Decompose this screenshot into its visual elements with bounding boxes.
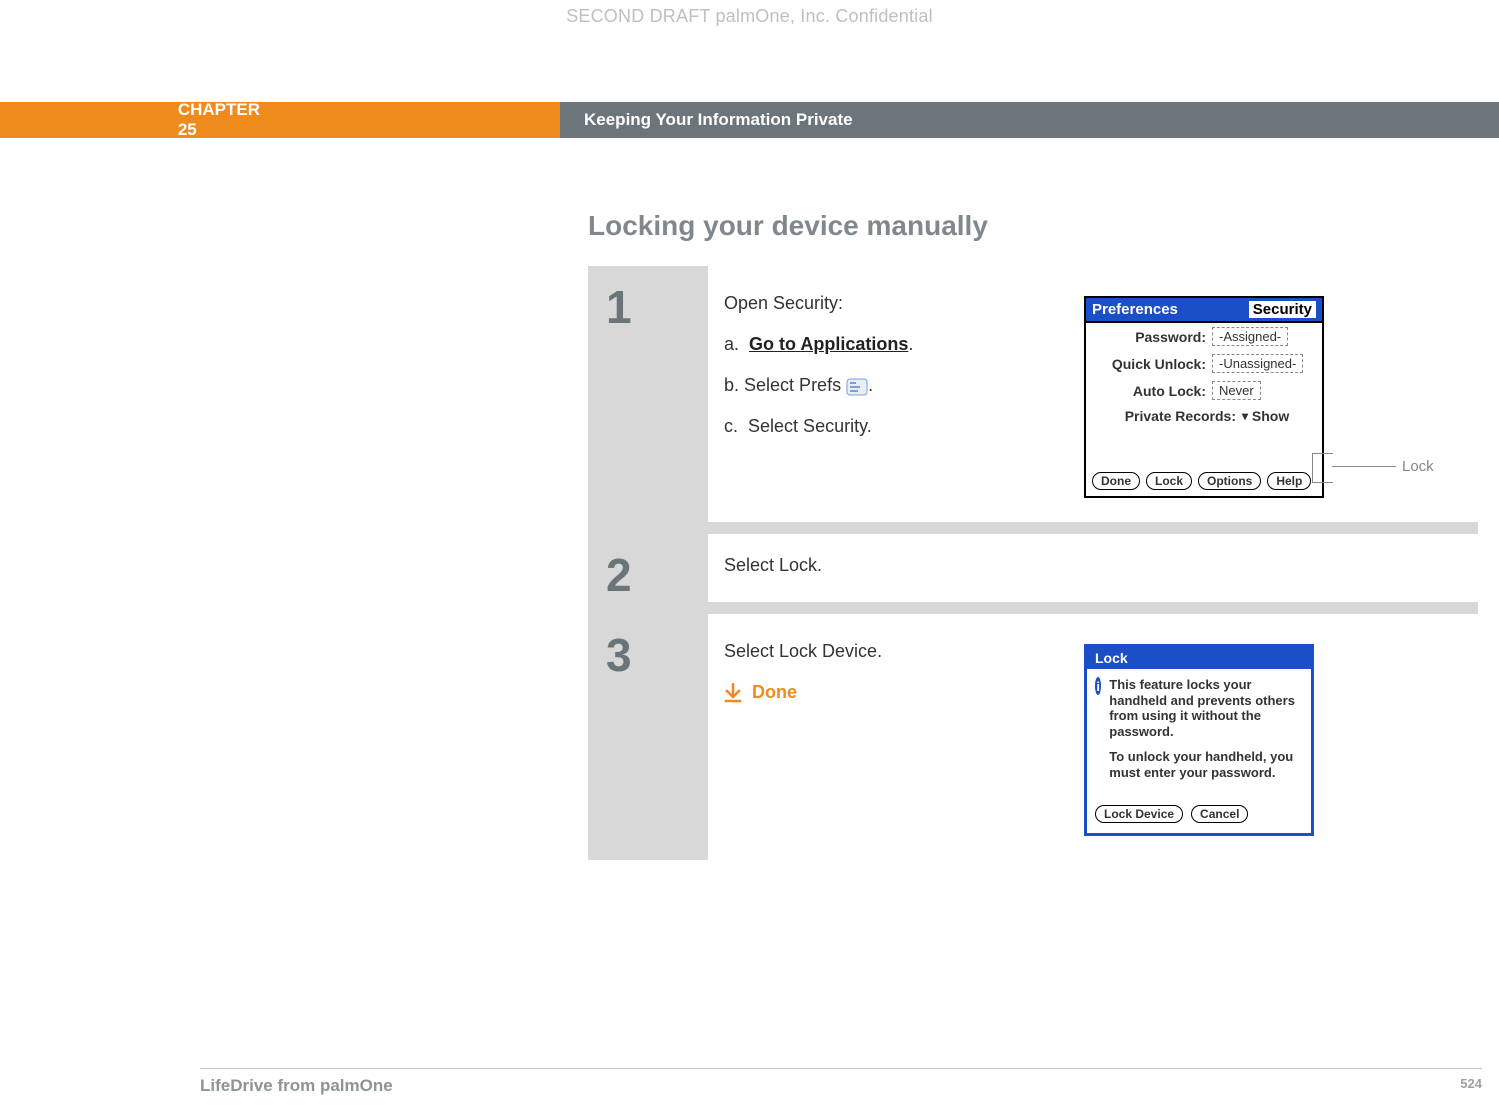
palm-lock-title: Lock xyxy=(1087,647,1311,669)
step-1-b-after: . xyxy=(868,375,873,395)
chapter-label: CHAPTER 25 xyxy=(0,100,260,140)
chapter-label-container: CHAPTER 25 xyxy=(0,102,560,138)
palm-private-value: Show xyxy=(1252,408,1289,424)
palm-row-autolock: Auto Lock: Never xyxy=(1086,377,1322,404)
go-to-applications-link[interactable]: Go to Applications xyxy=(749,334,908,354)
step-2-body: Select Lock. xyxy=(708,534,1478,602)
palm-row-quickunlock: Quick Unlock: -Unassigned- xyxy=(1086,350,1322,377)
lock-callout: Lock xyxy=(1332,458,1434,475)
callout-label: Lock xyxy=(1402,458,1434,475)
section-title: Locking your device manually xyxy=(588,210,1478,242)
palm-row-password: Password: -Assigned- xyxy=(1086,323,1322,350)
palm-done-button: Done xyxy=(1092,472,1140,490)
step-1-b-prefix: b. xyxy=(724,375,739,395)
palm-password-label: Password: xyxy=(1092,329,1212,345)
palm-prefs-title: Preferences xyxy=(1092,301,1178,318)
prefs-icon xyxy=(846,377,868,395)
step-3-instructions: Select Lock Device. Done xyxy=(724,638,1084,836)
footer-page-number: 524 xyxy=(1460,1076,1482,1096)
palm-lock-body: i This feature locks your handheld and p… xyxy=(1087,669,1311,799)
palm-help-button: Help xyxy=(1267,472,1311,490)
step-1-c-text: Select Security. xyxy=(748,416,872,436)
palm-lock-p2: To unlock your handheld, you must enter … xyxy=(1109,749,1303,780)
chapter-title-container: Keeping Your Information Private xyxy=(560,102,1499,138)
step-1-body: Open Security: a. Go to Applications. b.… xyxy=(708,266,1478,522)
step-2: 2 Select Lock. xyxy=(588,534,1478,614)
palm-lock-text: This feature locks your handheld and pre… xyxy=(1109,677,1303,791)
done-indicator: Done xyxy=(724,679,1084,706)
palm-auto-value: Never xyxy=(1212,381,1261,400)
step-3-body: Select Lock Device. Done Lock i xyxy=(708,614,1478,860)
step-1-a: a. Go to Applications. xyxy=(724,331,1084,358)
step-2-number: 2 xyxy=(588,534,708,602)
done-arrow-icon xyxy=(724,683,742,703)
palm-options-button: Options xyxy=(1198,472,1261,490)
step-3-screenshot: Lock i This feature locks your handheld … xyxy=(1084,638,1462,836)
palm-row-private: Private Records: ▾ Show xyxy=(1086,404,1322,428)
chapter-header-band: CHAPTER 25 Keeping Your Information Priv… xyxy=(0,102,1499,138)
palm-password-value: -Assigned- xyxy=(1212,327,1288,346)
palm-prefs-subtitle: Security xyxy=(1249,301,1316,318)
step-1-a-suffix: . xyxy=(908,334,913,354)
step-1-number: 1 xyxy=(588,266,708,522)
cancel-button: Cancel xyxy=(1191,805,1248,823)
step-1-c-prefix: c. xyxy=(724,416,738,436)
step-1-a-prefix: a. xyxy=(724,334,739,354)
palm-lock-buttons: Lock Device Cancel xyxy=(1087,799,1311,833)
palm-private-label: Private Records: xyxy=(1092,408,1242,424)
page-footer: LifeDrive from palmOne 524 xyxy=(200,1076,1482,1096)
palm-lock-button: Lock xyxy=(1146,472,1192,490)
step-1-b: b. Select Prefs . xyxy=(724,372,1084,399)
step-1-c: c. Select Security. xyxy=(724,413,1084,440)
step-2-text: Select Lock. xyxy=(724,552,822,584)
palm-prefs-titlebar: Preferences Security xyxy=(1086,298,1322,323)
done-label: Done xyxy=(752,679,797,706)
palm-preferences-screenshot: Preferences Security Password: -Assigned… xyxy=(1084,296,1324,498)
step-1-lead: Open Security: xyxy=(724,290,1084,317)
palm-lock-p1: This feature locks your handheld and pre… xyxy=(1109,677,1303,739)
callout-line xyxy=(1332,466,1396,467)
step-3-text: Select Lock Device. xyxy=(724,638,1084,665)
main-content: Locking your device manually 1 Open Secu… xyxy=(588,210,1478,860)
step-1-b-before: Select Prefs xyxy=(744,375,846,395)
palm-quick-label: Quick Unlock: xyxy=(1092,356,1212,372)
info-icon: i xyxy=(1095,677,1101,695)
steps-container: 1 Open Security: a. Go to Applications. … xyxy=(588,266,1478,860)
step-3-number: 3 xyxy=(588,614,708,860)
palm-prefs-buttons: Done Lock Options Help xyxy=(1086,466,1322,496)
step-1-instructions: Open Security: a. Go to Applications. b.… xyxy=(724,290,1084,498)
step-1-screenshot: Preferences Security Password: -Assigned… xyxy=(1084,290,1462,498)
step-1: 1 Open Security: a. Go to Applications. … xyxy=(588,266,1478,534)
palm-auto-label: Auto Lock: xyxy=(1092,383,1212,399)
palm-quick-value: -Unassigned- xyxy=(1212,354,1303,373)
lock-device-button: Lock Device xyxy=(1095,805,1183,823)
palm-lock-dialog: Lock i This feature locks your handheld … xyxy=(1084,644,1314,836)
footer-rule xyxy=(200,1068,1482,1069)
footer-product: LifeDrive from palmOne xyxy=(200,1076,393,1096)
step-3: 3 Select Lock Device. Done Lock xyxy=(588,614,1478,860)
chapter-title: Keeping Your Information Private xyxy=(584,110,853,130)
confidential-watermark: SECOND DRAFT palmOne, Inc. Confidential xyxy=(0,6,1499,27)
